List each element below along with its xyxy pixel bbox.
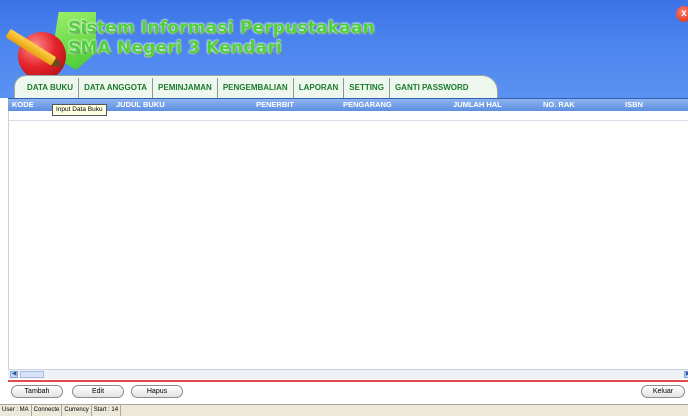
column-header-penerbit[interactable]: PENERBIT [256,99,294,111]
divider [8,380,688,382]
tab-peminjaman[interactable]: PEMINJAMAN [153,78,218,98]
tab-data-anggota[interactable]: DATA ANGGOTA [79,78,154,98]
status-user: User : MA [0,405,32,416]
table-row[interactable] [9,120,688,121]
status-start: Start : 14 [92,405,122,416]
tab-setting[interactable]: SETTING [344,78,390,98]
app-title-line2: SMA Negeri 3 Kendari [68,38,282,58]
tab-ganti-password[interactable]: GANTI PASSWORD [390,78,474,98]
book-pencil-logo-icon [5,6,96,80]
scroll-left-icon[interactable]: ◀ [10,371,18,378]
app-title-line1: Sistem Informasi Perpustakaan [68,18,375,38]
column-header-pengarang[interactable]: PENGARANG [343,99,392,111]
status-bar: User : MA Connecte Currency Start : 14 [0,404,688,416]
tab-data-buku[interactable]: DATA BUKU [22,78,80,98]
column-header-kode[interactable]: KODE [12,99,34,111]
scroll-right-icon[interactable]: ▶ [684,371,688,378]
tambah-button[interactable]: Tambah [11,385,63,398]
tooltip: Input Data Buku [52,104,107,116]
close-icon[interactable]: x [676,6,688,22]
tab-pengembalian[interactable]: PENGEMBALIAN [218,78,294,98]
status-currency: Currency [62,405,92,416]
column-header-judul-buku[interactable]: JUDUL BUKU [116,99,165,111]
books-grid[interactable] [8,111,688,369]
keluar-button[interactable]: Keluar [641,385,685,398]
hapus-button[interactable]: Hapus [131,385,183,398]
grid-header: KODE JUDUL BUKU PENERBIT PENGARANG JUMLA… [8,98,688,111]
scroll-thumb[interactable] [20,371,44,378]
tab-laporan[interactable]: LAPORAN [294,78,345,98]
column-header-jumlah-hal[interactable]: JUMLAH HAL [453,99,502,111]
edit-button[interactable]: Edit [72,385,124,398]
horizontal-scrollbar[interactable]: ◀ ▶ [8,369,688,379]
status-connection: Connecte [32,405,63,416]
column-header-isbn[interactable]: ISBN [625,99,643,111]
column-header-no-rak[interactable]: NO. RAK [543,99,575,111]
main-tabs: DATA BUKU DATA ANGGOTA PEMINJAMAN PENGEM… [22,78,474,98]
